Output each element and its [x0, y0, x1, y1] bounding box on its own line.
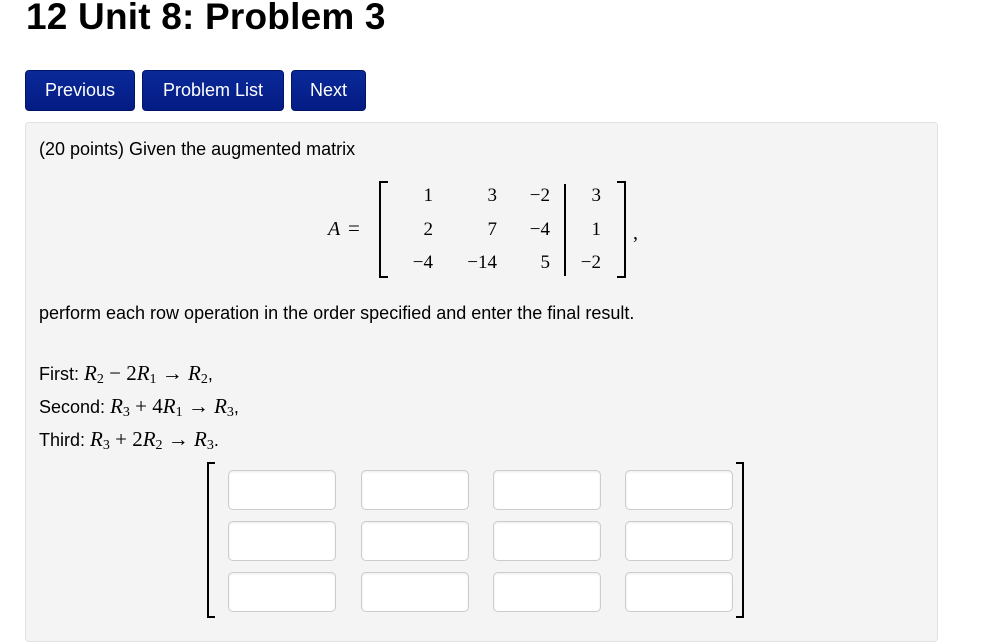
row-operations: First: R2 − 2R1 → R2, Second: R3 + 4R1 →…	[39, 360, 239, 459]
operation-label: First:	[39, 364, 79, 384]
matrix-cell: 5	[540, 252, 551, 273]
answer-input-r3-c4[interactable]	[625, 572, 733, 612]
answer-input-r1-c1[interactable]	[228, 470, 336, 510]
matrix-cell: −2	[580, 252, 601, 273]
matrix-right-bracket	[617, 181, 626, 278]
matrix-cell: 3	[487, 185, 498, 206]
matrix-cell: 1	[423, 185, 434, 206]
matrix-cell: 2	[423, 219, 434, 240]
matrix-cell: 1	[591, 219, 602, 240]
operation-label: Second:	[39, 397, 106, 417]
matrix-left-bracket	[379, 181, 388, 278]
answer-input-r1-c3[interactable]	[493, 470, 601, 510]
problem-navigation: Previous Problem List Next	[25, 70, 366, 111]
matrix-cell: −2	[529, 185, 550, 206]
matrix-cell: 7	[487, 219, 498, 240]
matrix-cell: 3	[591, 185, 602, 206]
answer-input-r3-c3[interactable]	[493, 572, 601, 612]
answer-input-r3-c1[interactable]	[228, 572, 336, 612]
matrix-cell: −4	[529, 219, 550, 240]
answer-input-r2-c1[interactable]	[228, 521, 336, 561]
answer-left-bracket	[207, 462, 215, 618]
trailing-comma: ,	[633, 222, 638, 244]
row-operation: Third: R3 + 2R2 → R3.	[39, 427, 219, 453]
instruction-text: perform each row operation in the order …	[39, 303, 635, 323]
page-title: 12 Unit 8: Problem 3	[26, 0, 386, 37]
answer-right-bracket	[736, 462, 744, 618]
next-button[interactable]: Next	[291, 70, 366, 111]
operation-label: Third:	[39, 430, 86, 450]
problem-intro: (20 points) Given the augmented matrix	[39, 139, 356, 159]
answer-input-r1-c2[interactable]	[361, 470, 469, 510]
answer-input-r3-c2[interactable]	[361, 572, 469, 612]
row-operation: First: R2 − 2R1 → R2,	[39, 361, 213, 387]
matrix-cell: −4	[412, 252, 433, 273]
answer-input-r2-c4[interactable]	[625, 521, 733, 561]
matrix-cell: −14	[467, 252, 497, 273]
problem-list-button[interactable]: Problem List	[142, 70, 284, 111]
answer-input-r2-c3[interactable]	[493, 521, 601, 561]
matrix-label: A	[328, 218, 341, 240]
answer-input-r1-c4[interactable]	[625, 470, 733, 510]
equals-sign: =	[348, 216, 360, 240]
previous-button[interactable]: Previous	[25, 70, 135, 111]
row-operation: Second: R3 + 4R1 → R3,	[39, 394, 239, 420]
answer-input-r2-c2[interactable]	[361, 521, 469, 561]
